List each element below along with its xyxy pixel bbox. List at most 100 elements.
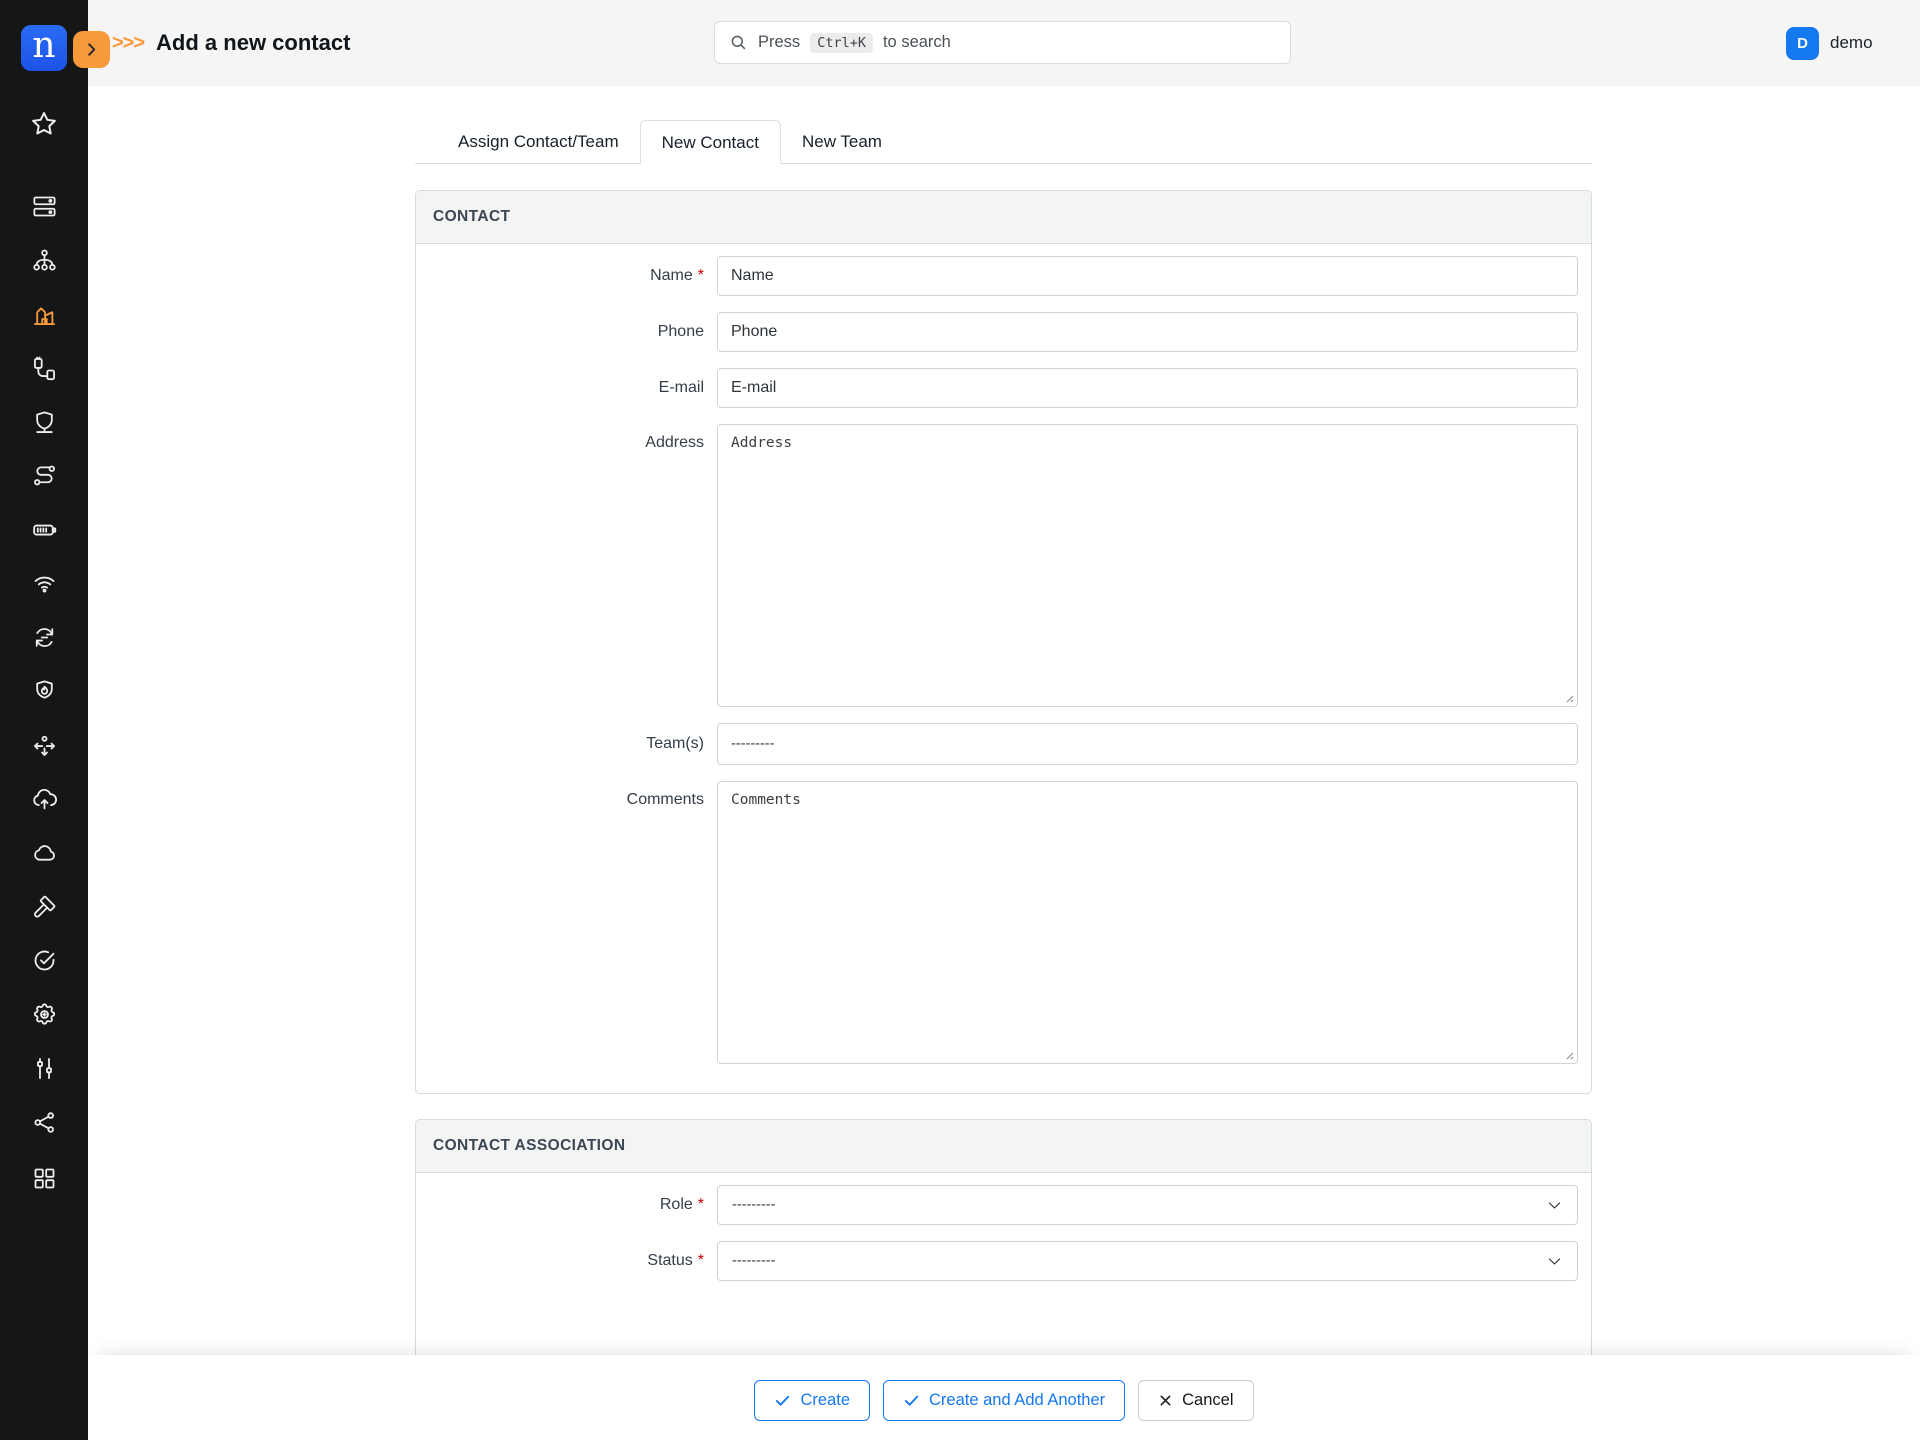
form-row-address: Address Address xyxy=(416,424,1591,707)
name-input[interactable]: Name xyxy=(717,256,1578,296)
role-select[interactable]: --------- xyxy=(717,1185,1578,1225)
section-title: CONTACT xyxy=(433,208,510,226)
cable-icon xyxy=(31,355,58,382)
sidebar-item-grid[interactable] xyxy=(0,1165,88,1192)
sidebar-item-sliders[interactable] xyxy=(0,1055,88,1082)
hammer-icon xyxy=(31,893,58,920)
section-title: CONTACT ASSOCIATION xyxy=(433,1137,625,1155)
sidebar-item-share-nodes[interactable] xyxy=(0,1109,88,1136)
button-label: Create and Add Another xyxy=(929,1391,1105,1410)
create-button[interactable]: Create xyxy=(754,1380,870,1421)
sidebar-item-shield-flame[interactable] xyxy=(0,678,88,705)
star-icon xyxy=(29,109,59,139)
check-icon xyxy=(903,1392,920,1409)
cloud-upload-icon xyxy=(31,786,58,813)
search-input[interactable]: Press Ctrl+K to search xyxy=(714,21,1291,64)
main-content: Assign Contact/TeamNew ContactNew Team C… xyxy=(88,86,1920,1440)
resize-grip-icon[interactable] xyxy=(1564,693,1574,703)
form-row-phone: Phone Phone xyxy=(416,312,1591,352)
e-mail-input[interactable]: E-mail xyxy=(717,368,1578,408)
cancel-button[interactable]: Cancel xyxy=(1138,1380,1253,1421)
username: demo xyxy=(1830,33,1873,53)
role-selected-value: --------- xyxy=(732,1197,775,1213)
sidebar-item-gear-plus[interactable] xyxy=(0,1001,88,1028)
comments-textarea[interactable]: Comments xyxy=(717,781,1578,1064)
wifi-icon xyxy=(31,570,58,597)
section-header: CONTACT xyxy=(416,191,1591,244)
route-icon xyxy=(31,462,58,489)
sidebar-item-arrows-move[interactable] xyxy=(0,732,88,759)
field-label-status: Status* xyxy=(416,1241,704,1281)
sidebar-item-cloud-upload[interactable] xyxy=(0,786,88,813)
user-menu[interactable]: D demo xyxy=(1786,0,1873,86)
avatar: D xyxy=(1786,27,1819,60)
check-icon xyxy=(774,1392,791,1409)
sidebar-expand-button[interactable] xyxy=(73,31,110,68)
field-label-e-mail: E-mail xyxy=(416,368,704,408)
address-textarea[interactable]: Address xyxy=(717,424,1578,707)
field-label-phone: Phone xyxy=(416,312,704,352)
field-label-name: Name* xyxy=(416,256,704,296)
field-label-role: Role* xyxy=(416,1185,704,1225)
sidebar-item-hammer[interactable] xyxy=(0,893,88,920)
form-row-team-s-: Team(s) --------- xyxy=(416,723,1591,765)
tab-new-team[interactable]: New Team xyxy=(781,120,903,164)
sidebar-item-cable[interactable] xyxy=(0,355,88,382)
breadcrumb: >>> xyxy=(112,32,144,55)
cloud-icon xyxy=(31,840,58,867)
grid-icon xyxy=(31,1165,58,1192)
status-selected-value: --------- xyxy=(732,1253,775,1269)
top-header: >>> Add a new contact Press Ctrl+K to se… xyxy=(88,0,1920,86)
sliders-icon xyxy=(31,1055,58,1082)
battery-icon xyxy=(31,516,58,543)
sidebar-item-shield-network[interactable] xyxy=(0,409,88,436)
app-logo[interactable]: n xyxy=(21,25,67,71)
shield-flame-icon xyxy=(31,678,58,705)
sidebar-item-wifi[interactable] xyxy=(0,570,88,597)
sidebar-item-battery[interactable] xyxy=(0,516,88,543)
team-s--multiselect[interactable]: --------- xyxy=(717,723,1578,765)
section-header: CONTACT ASSOCIATION xyxy=(416,1120,1591,1173)
search-placeholder-prefix: Press xyxy=(758,33,800,52)
sidebar-item-check-circle[interactable] xyxy=(0,947,88,974)
create-and-add-another-button[interactable]: Create and Add Another xyxy=(883,1380,1125,1421)
arrows-move-icon xyxy=(31,732,58,759)
form-row-e-mail: E-mail E-mail xyxy=(416,368,1591,408)
sync-link-icon xyxy=(31,624,58,651)
tab-assign-contact-team[interactable]: Assign Contact/Team xyxy=(437,120,640,164)
close-icon xyxy=(1158,1393,1173,1408)
form-row-role: Role* --------- xyxy=(416,1185,1591,1225)
sitemap-icon xyxy=(31,247,58,274)
sidebar-item-route[interactable] xyxy=(0,462,88,489)
sidebar-item-cloud[interactable] xyxy=(0,840,88,867)
sidebar-item-star[interactable] xyxy=(0,109,88,139)
form-row-status: Status* --------- xyxy=(416,1241,1591,1281)
status-select[interactable]: --------- xyxy=(717,1241,1578,1281)
field-label-team-s-: Team(s) xyxy=(416,724,704,764)
form-row-comments: CommentsComments xyxy=(416,781,1591,1064)
building-icon xyxy=(31,301,58,328)
sidebar-item-building[interactable] xyxy=(0,301,88,328)
sidebar-item-sitemap[interactable] xyxy=(0,247,88,274)
page: n >>> Add a new contact Press Ctrl+K to … xyxy=(0,0,1920,1440)
check-circle-icon xyxy=(31,947,58,974)
resize-grip-icon[interactable] xyxy=(1564,1050,1574,1060)
address-placeholder: Address xyxy=(731,435,792,451)
tab-new-contact[interactable]: New Contact xyxy=(640,120,781,164)
chevron-down-icon xyxy=(1546,1253,1563,1270)
sidebar-item-sync-link[interactable] xyxy=(0,624,88,651)
button-label: Cancel xyxy=(1182,1391,1233,1410)
section-card-contact: CONTACT Name* Name Phone Phone E-mail E-mail Ad… xyxy=(415,190,1592,1094)
sidebar: n xyxy=(0,0,88,1440)
form-row-name: Name* Name xyxy=(416,256,1591,296)
search-placeholder-suffix: to search xyxy=(883,33,951,52)
search-icon xyxy=(729,33,748,52)
phone-input[interactable]: Phone xyxy=(717,312,1578,352)
racks-icon xyxy=(31,193,58,220)
required-asterisk: * xyxy=(698,1196,704,1213)
share-nodes-icon xyxy=(31,1109,58,1136)
chevron-down-icon xyxy=(1546,1197,1563,1214)
sidebar-item-racks[interactable] xyxy=(0,193,88,220)
field-label-address: Address xyxy=(416,424,704,452)
shield-network-icon xyxy=(31,409,58,436)
